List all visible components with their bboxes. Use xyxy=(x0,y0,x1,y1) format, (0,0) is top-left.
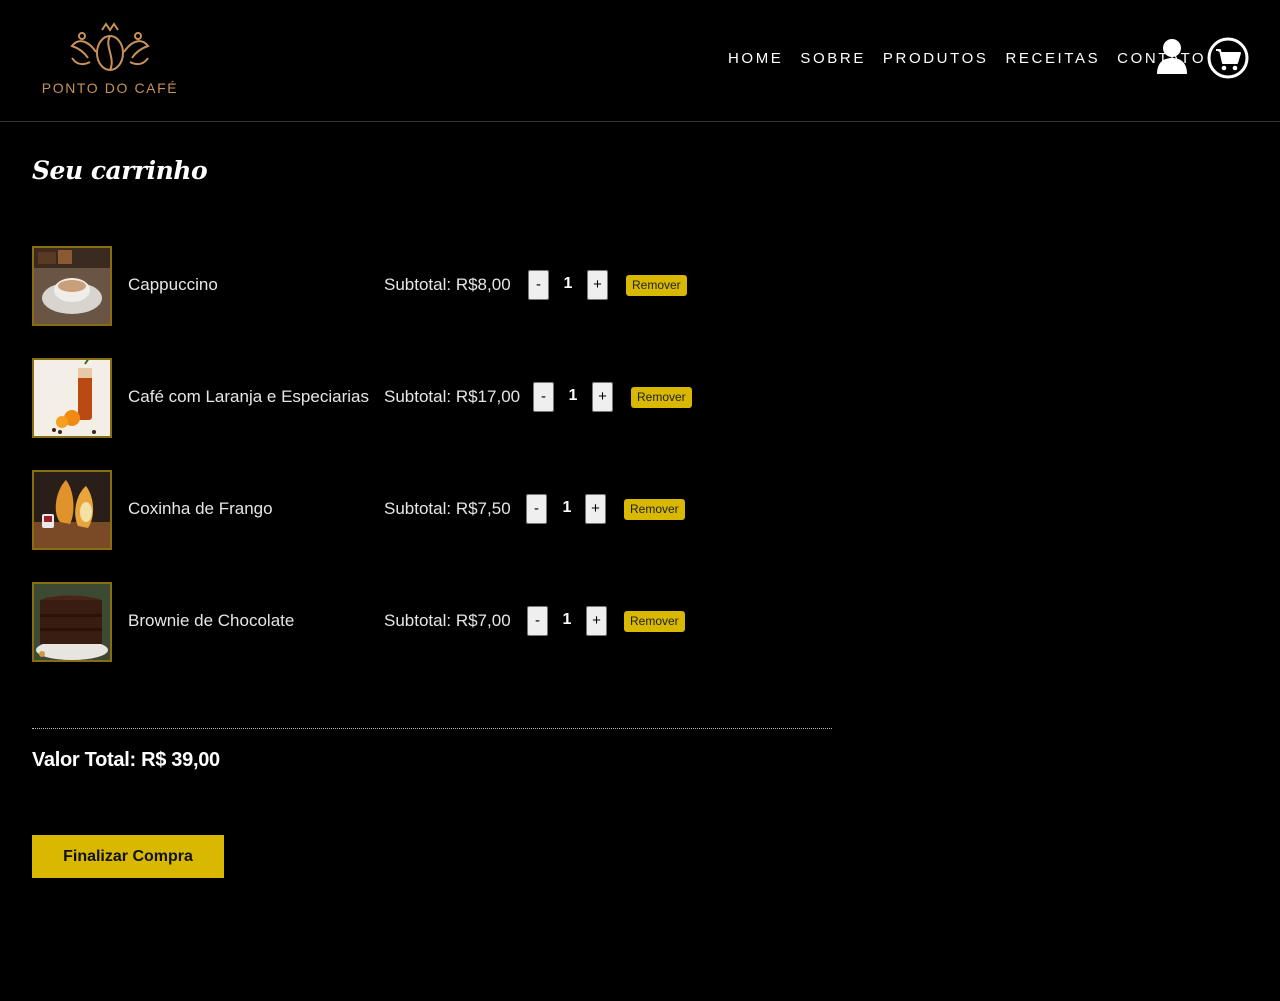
remove-item-button[interactable]: Remover xyxy=(626,275,687,296)
item-name: Brownie de Chocolate xyxy=(128,611,295,630)
product-thumbnail-cappuccino xyxy=(32,246,112,326)
quantity-value: 1 xyxy=(562,499,572,516)
logo[interactable]: PONTO DO CAFÉ xyxy=(32,22,188,100)
quantity-value: 1 xyxy=(562,611,572,628)
increase-quantity-button[interactable]: + xyxy=(592,382,613,412)
coffee-bean-logo-icon xyxy=(70,22,150,71)
item-subtotal: Subtotal: R$7,00 xyxy=(384,611,511,630)
nav-sobre[interactable]: SOBRE xyxy=(800,48,866,70)
decrease-quantity-button[interactable]: - xyxy=(528,270,549,300)
nav-home[interactable]: HOME xyxy=(728,48,783,70)
remove-item-button[interactable]: Remover xyxy=(631,387,692,408)
remove-item-button[interactable]: Remover xyxy=(624,499,685,520)
remove-item-button[interactable]: Remover xyxy=(624,611,685,632)
increase-quantity-button[interactable]: + xyxy=(587,270,608,300)
total-divider xyxy=(32,728,832,729)
product-thumbnail-cafe-laranja xyxy=(32,358,112,438)
cart-item: Brownie de Chocolate Subtotal: R$7,00 - … xyxy=(32,582,832,662)
product-thumbnail-brownie xyxy=(32,582,112,662)
nav-receitas[interactable]: RECEITAS xyxy=(1005,48,1100,70)
cart-icon[interactable] xyxy=(1206,36,1250,80)
quantity-value: 1 xyxy=(563,275,573,292)
nav-produtos[interactable]: PRODUTOS xyxy=(883,48,989,70)
decrease-quantity-button[interactable]: - xyxy=(526,494,547,524)
page-title: Seu carrinho xyxy=(32,156,208,185)
decrease-quantity-button[interactable]: - xyxy=(527,606,548,636)
cart-total: Valor Total: R$ 39,00 xyxy=(32,749,220,771)
site-header: PONTO DO CAFÉ HOME SOBRE PRODUTOS RECEIT… xyxy=(0,0,1280,122)
cart-item: Coxinha de Frango Subtotal: R$7,50 - 1 +… xyxy=(32,470,832,550)
quantity-value: 1 xyxy=(568,387,578,404)
item-subtotal: Subtotal: R$17,00 xyxy=(384,387,521,406)
main-nav: HOME SOBRE PRODUTOS RECEITAS CONTATO xyxy=(728,48,1206,70)
user-icon[interactable] xyxy=(1154,38,1190,76)
decrease-quantity-button[interactable]: - xyxy=(533,382,554,412)
cart-item: Cappuccino Subtotal: R$8,00 - 1 + Remove… xyxy=(32,246,832,326)
product-thumbnail-coxinha xyxy=(32,470,112,550)
item-name: Cappuccino xyxy=(128,275,218,294)
checkout-button[interactable]: Finalizar Compra xyxy=(32,835,224,878)
increase-quantity-button[interactable]: + xyxy=(586,606,607,636)
logo-text: PONTO DO CAFÉ xyxy=(41,80,179,96)
item-name: Coxinha de Frango xyxy=(128,499,273,518)
item-subtotal: Subtotal: R$7,50 xyxy=(384,499,511,518)
item-subtotal: Subtotal: R$8,00 xyxy=(384,275,511,294)
item-name: Café com Laranja e Especiarias xyxy=(128,387,369,406)
increase-quantity-button[interactable]: + xyxy=(585,494,606,524)
cart-item: Café com Laranja e Especiarias Subtotal:… xyxy=(32,358,832,438)
